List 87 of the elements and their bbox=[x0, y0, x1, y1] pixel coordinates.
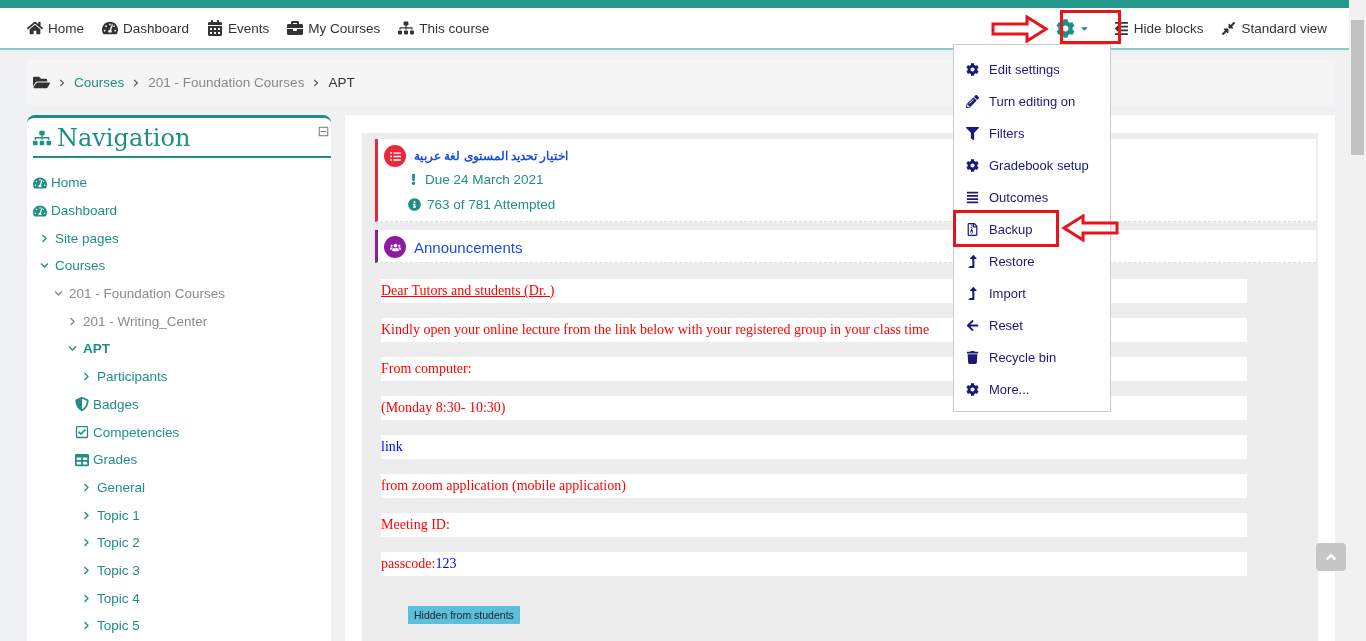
activity-detail: Due 24 March 2021 bbox=[425, 172, 544, 187]
hidden-badge: Hidden from students bbox=[408, 606, 520, 624]
menu-item[interactable]: Outcomes bbox=[958, 184, 1055, 210]
dashboard-icon bbox=[33, 203, 47, 218]
calendar-icon bbox=[207, 20, 224, 36]
annotation-arrow bbox=[991, 15, 1049, 43]
nav-link[interactable]: Dashboard bbox=[102, 20, 190, 36]
nav-tree-item[interactable]: Topic 5 bbox=[33, 612, 331, 640]
highlight-frame bbox=[1060, 10, 1121, 44]
list-icon bbox=[966, 190, 979, 204]
settings-icon bbox=[966, 158, 979, 172]
menu-item[interactable]: Backup bbox=[958, 216, 1039, 242]
nav-tree-item[interactable]: 201 - Foundation Courses bbox=[33, 279, 331, 308]
chevron-right-icon bbox=[67, 316, 77, 326]
upload-icon bbox=[966, 286, 979, 300]
chevron-right-icon bbox=[81, 538, 91, 548]
chevron-right-icon bbox=[81, 593, 91, 603]
arrow-left-icon bbox=[966, 318, 979, 332]
settings-icon bbox=[1055, 18, 1075, 38]
settings-icon bbox=[966, 62, 979, 76]
nav-link[interactable]: Events bbox=[207, 20, 270, 36]
trash-icon bbox=[966, 350, 979, 364]
breadcrumb-link[interactable]: APT bbox=[328, 75, 355, 90]
chevron-right-icon bbox=[81, 510, 91, 520]
menu-item[interactable]: Gradebook setup bbox=[958, 152, 1095, 178]
block-title: Navigation bbox=[57, 124, 191, 152]
nav-tree-item[interactable]: Home bbox=[33, 169, 331, 197]
annotation-arrow bbox=[1061, 214, 1119, 242]
briefcase-icon bbox=[287, 20, 304, 36]
info-icon bbox=[408, 198, 421, 211]
scroll-top-button[interactable] bbox=[1316, 543, 1346, 571]
settings-icon bbox=[966, 382, 979, 396]
upload-icon bbox=[966, 254, 979, 268]
nav-tree-item[interactable]: Grades bbox=[33, 445, 331, 474]
sitemap-icon bbox=[398, 20, 415, 36]
nav-tree-item[interactable]: Badges bbox=[33, 390, 331, 419]
nav-tree-item[interactable]: Topic 3 bbox=[33, 556, 331, 585]
home-icon bbox=[27, 20, 43, 36]
chevron-right-icon bbox=[58, 78, 66, 87]
chevron-right-icon bbox=[81, 372, 91, 382]
activity-link[interactable]: Announcements bbox=[414, 238, 523, 256]
chevron-down-icon bbox=[67, 344, 77, 354]
filter-icon bbox=[966, 126, 979, 140]
nav-tree-item[interactable]: Participants bbox=[33, 362, 331, 391]
checkbox-icon bbox=[75, 425, 89, 440]
menu-item[interactable]: Filters bbox=[958, 120, 1031, 146]
table-icon bbox=[75, 452, 89, 467]
nav-tree-item[interactable]: Site pages bbox=[33, 224, 331, 253]
nav-tree-item[interactable]: Topic 2 bbox=[33, 528, 331, 557]
folder-icon bbox=[33, 74, 50, 91]
menu-item[interactable]: Import bbox=[958, 280, 1032, 306]
shield-icon bbox=[75, 397, 89, 412]
dashboard-icon bbox=[102, 20, 118, 36]
nav-tree-item[interactable]: Topic 1 bbox=[33, 501, 331, 529]
breadcrumb-link[interactable]: Courses bbox=[74, 75, 125, 90]
nav-tree-item[interactable]: Dashboard bbox=[33, 196, 331, 225]
compress-icon bbox=[1221, 20, 1237, 36]
menu-item[interactable]: Turn editing on bbox=[958, 88, 1082, 114]
chevron-right-icon bbox=[132, 78, 141, 87]
nav-link[interactable]: My Courses bbox=[287, 20, 381, 36]
chevron-down-icon bbox=[53, 289, 63, 299]
nav-tree-item[interactable]: General bbox=[33, 473, 331, 502]
file-icon bbox=[966, 222, 979, 236]
pencil-icon bbox=[966, 94, 979, 108]
menu-item[interactable]: Restore bbox=[958, 248, 1041, 274]
chevron-right-icon bbox=[81, 565, 91, 575]
chevron-down-icon bbox=[39, 261, 49, 271]
chevron-right-icon bbox=[312, 78, 321, 87]
nav-link[interactable]: Hide blocks bbox=[1113, 20, 1204, 36]
nav-tree-item[interactable]: 201 - Writing_Center bbox=[33, 307, 331, 336]
activity-detail: 763 of 781 Attempted bbox=[427, 197, 556, 212]
collapse-icon bbox=[318, 126, 329, 137]
nav-link[interactable]: Standard view bbox=[1221, 20, 1327, 36]
nav-tree-item[interactable]: Courses bbox=[33, 252, 331, 280]
nav-link[interactable]: This course bbox=[398, 20, 490, 36]
dashboard-icon bbox=[33, 175, 47, 190]
outdent-icon bbox=[1113, 20, 1129, 36]
nav-tree-item[interactable]: Topic 4 bbox=[33, 584, 331, 612]
sitemap-icon bbox=[33, 129, 51, 147]
chevron-right-icon bbox=[81, 482, 91, 492]
nav-tree-item[interactable]: APT bbox=[33, 335, 331, 363]
nav-tree-item[interactable]: Competencies bbox=[33, 418, 331, 446]
nav-link[interactable]: Home bbox=[27, 20, 84, 36]
activity-link[interactable]: اختيار تحديد المستوى لغة عربية bbox=[414, 149, 569, 163]
chevron-right-icon bbox=[81, 621, 91, 631]
menu-item[interactable]: Edit settings bbox=[958, 56, 1066, 82]
chevron-right-icon bbox=[39, 233, 49, 243]
